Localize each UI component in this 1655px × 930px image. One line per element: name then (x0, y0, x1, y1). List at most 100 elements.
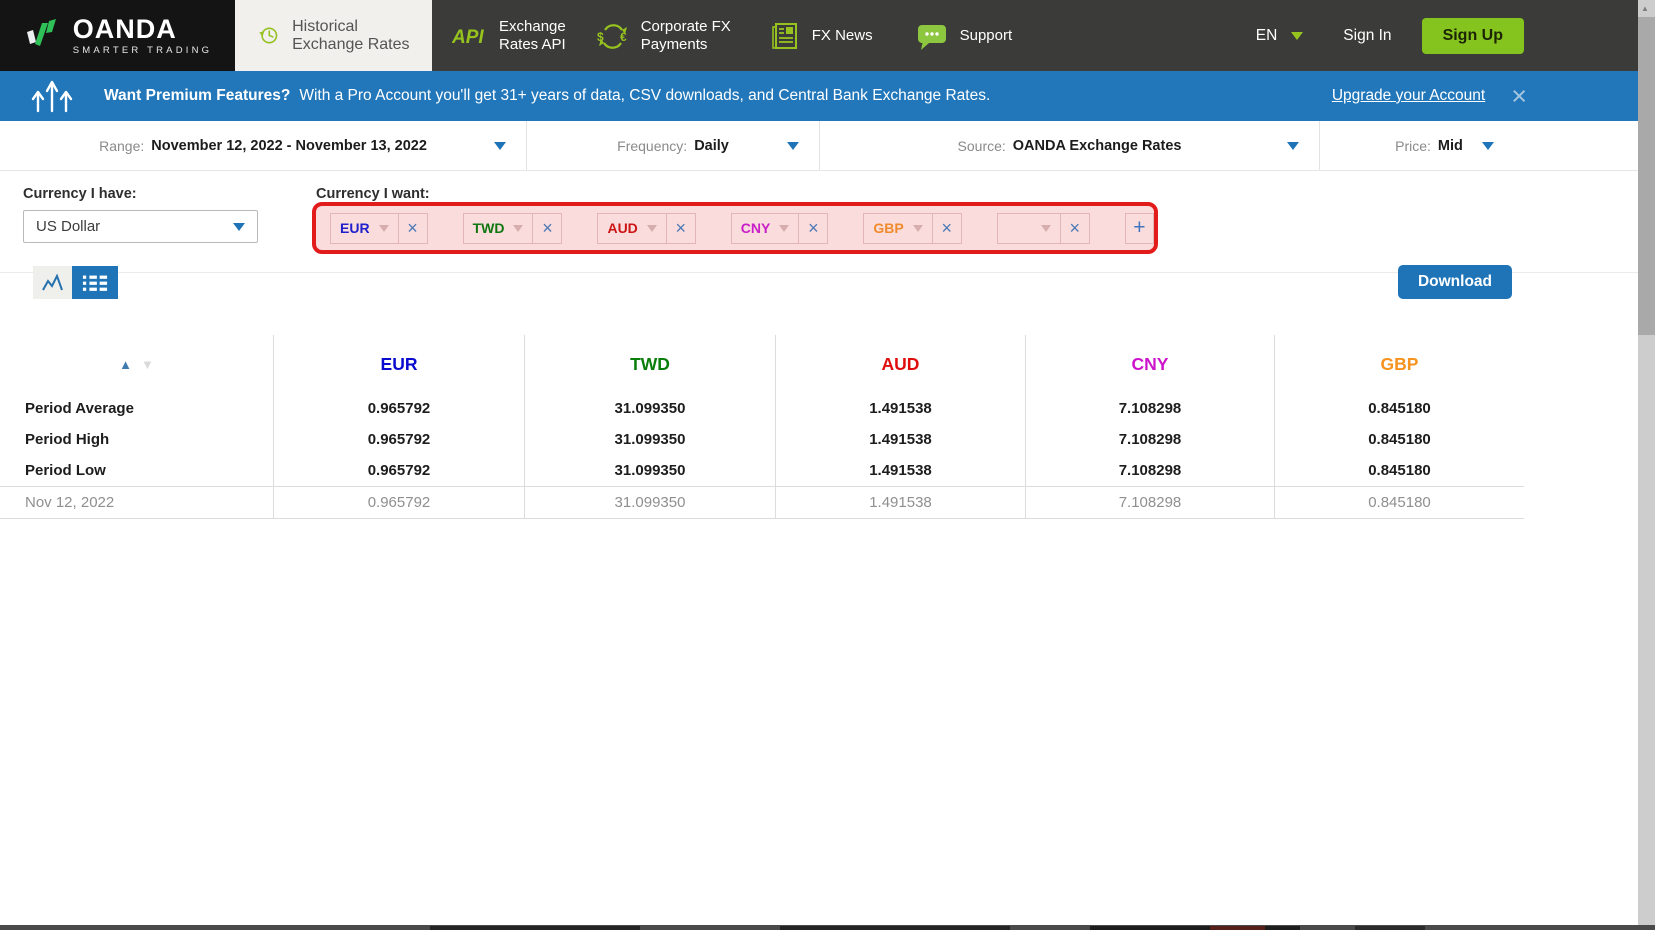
currency-code: GBP (873, 220, 904, 236)
vertical-scrollbar[interactable]: ▲ (1638, 0, 1655, 930)
upgrade-account-link[interactable]: Upgrade your Account (1332, 87, 1485, 105)
table-cell: 7.108298 (1025, 486, 1274, 519)
line-chart-icon (41, 272, 63, 290)
chevron-down-icon (912, 224, 923, 232)
frequency-filter[interactable]: Frequency: Daily (527, 121, 820, 170)
oanda-logo[interactable]: OANDA SMARTER TRADING (0, 0, 235, 71)
list-icon (82, 275, 108, 291)
table-cell: 1.491538 (775, 486, 1025, 519)
currency-code: AUD (607, 220, 638, 236)
chevron-down-icon (494, 142, 506, 150)
column-header-gbp: GBP (1274, 335, 1524, 393)
nav-item-support[interactable]: Support (915, 0, 1012, 71)
remove-currency-icon[interactable]: × (798, 213, 827, 243)
price-label: Price: (1395, 137, 1431, 154)
currency-chip-dropdown[interactable]: AUD (598, 214, 665, 243)
column-header-aud: AUD (775, 335, 1025, 393)
premium-banner: Want Premium Features? With a Pro Accoun… (0, 71, 1638, 121)
source-filter[interactable]: Source: OANDA Exchange Rates (820, 121, 1320, 170)
remove-currency-icon[interactable]: × (1059, 213, 1089, 243)
nav-label: Payments (640, 35, 708, 53)
oanda-historical-rates-page: OANDA SMARTER TRADING Historical Exchang… (0, 0, 1638, 930)
filter-bar: Range: November 12, 2022 - November 13, … (0, 121, 1638, 171)
currency-have-label: Currency I have: (23, 186, 137, 202)
row-label: Period High (25, 431, 110, 448)
chevron-down-icon (646, 224, 657, 232)
banner-message: With a Pro Account you'll get 31+ years … (299, 87, 991, 104)
chevron-down-icon (233, 222, 245, 231)
remove-currency-icon[interactable]: × (532, 213, 561, 243)
brand-tagline: SMARTER TRADING (72, 45, 213, 56)
currency-chip-gbp: GBP × (863, 212, 962, 244)
section-divider (0, 272, 1638, 273)
currency-chip-dropdown[interactable]: CNY (732, 214, 799, 243)
table-cell: 0.965792 (273, 455, 524, 486)
table-cell: 0.965792 (273, 424, 524, 455)
currency-have-value: US Dollar (36, 218, 101, 235)
currency-chip-empty: × (996, 212, 1090, 244)
price-value: Mid (1437, 137, 1463, 154)
sort-descending-icon[interactable]: ▼ (141, 357, 154, 372)
chevron-down-icon (1287, 142, 1299, 150)
language-label: EN (1255, 26, 1278, 44)
currency-chip-dropdown[interactable]: GBP (864, 214, 931, 243)
column-header-twd: TWD (524, 335, 775, 393)
newspaper-icon (771, 22, 797, 49)
nav-label: Historical (292, 17, 358, 35)
language-selector[interactable]: EN (1256, 0, 1304, 71)
nav-item-exchange-rates-api[interactable]: API Exchange Rates API (452, 0, 566, 71)
frequency-label: Frequency: (617, 137, 688, 154)
price-filter[interactable]: Price: Mid (1320, 121, 1538, 170)
nav-label: Rates API (499, 35, 566, 53)
source-label: Source: (957, 137, 1006, 154)
currency-chip-dropdown[interactable]: TWD (464, 214, 533, 243)
scrollbar-thumb[interactable] (1638, 17, 1655, 335)
table-cell: 31.099350 (524, 424, 775, 455)
sign-in-link[interactable]: Sign In (1343, 27, 1391, 45)
currency-have-select[interactable]: US Dollar (23, 210, 258, 243)
table-view-toggle[interactable] (72, 266, 118, 299)
chevron-down-icon (378, 224, 389, 232)
scroll-up-icon[interactable]: ▲ (1641, 4, 1649, 13)
remove-currency-icon[interactable]: × (665, 213, 695, 243)
sort-controls: ▲ ▼ (0, 335, 273, 393)
api-icon: API (452, 27, 484, 48)
banner-headline: Want Premium Features? (104, 87, 291, 104)
column-header-cny: CNY (1025, 335, 1274, 393)
remove-currency-icon[interactable]: × (397, 213, 427, 243)
chevron-down-icon (1291, 31, 1304, 40)
nav-label: Corporate FX (640, 17, 731, 35)
row-label: Nov 12, 2022 (0, 486, 273, 519)
table-cell: 0.965792 (273, 393, 524, 424)
history-clock-icon (259, 27, 278, 44)
chevron-down-icon (787, 142, 799, 150)
brand-name: OANDA (72, 14, 177, 44)
oanda-logo-icon (26, 18, 56, 46)
currency-chip-dropdown[interactable]: EUR (331, 214, 398, 243)
range-value: November 12, 2022 - November 13, 2022 (151, 137, 427, 154)
nav-item-corporate-fx-payments[interactable]: $ € Corporate FX Payments (596, 0, 731, 71)
nav-item-historical-exchange-rates[interactable]: Historical Exchange Rates (235, 0, 432, 71)
table-cell: 1.491538 (775, 455, 1025, 486)
add-currency-button[interactable]: + (1124, 212, 1154, 244)
currency-code: EUR (340, 220, 370, 236)
sort-ascending-icon[interactable]: ▲ (119, 357, 132, 372)
remove-currency-icon[interactable]: × (931, 213, 961, 243)
chart-view-toggle[interactable] (33, 266, 72, 299)
frequency-value: Daily (694, 137, 729, 154)
rates-table: ▲ ▼ EUR TWD AUD CNY GBP Period Average 0… (0, 335, 1524, 519)
svg-text:€: € (620, 30, 627, 44)
currency-chip-dropdown[interactable] (998, 214, 1060, 243)
top-navigation: OANDA SMARTER TRADING Historical Exchang… (0, 0, 1638, 71)
range-filter[interactable]: Range: November 12, 2022 - November 13, … (0, 121, 527, 170)
table-cell: 1.491538 (775, 393, 1025, 424)
currency-chip-twd: TWD × (462, 212, 563, 244)
sign-up-button[interactable]: Sign Up (1421, 17, 1524, 54)
banner-close-icon[interactable]: × (1511, 83, 1527, 110)
svg-text:API: API (452, 27, 484, 48)
currency-chip-cny: CNY × (730, 212, 829, 244)
table-cell: 31.099350 (524, 393, 775, 424)
table-cell: 7.108298 (1025, 424, 1274, 455)
download-button[interactable]: Download (1398, 265, 1512, 299)
nav-item-fx-news[interactable]: FX News (769, 0, 873, 71)
